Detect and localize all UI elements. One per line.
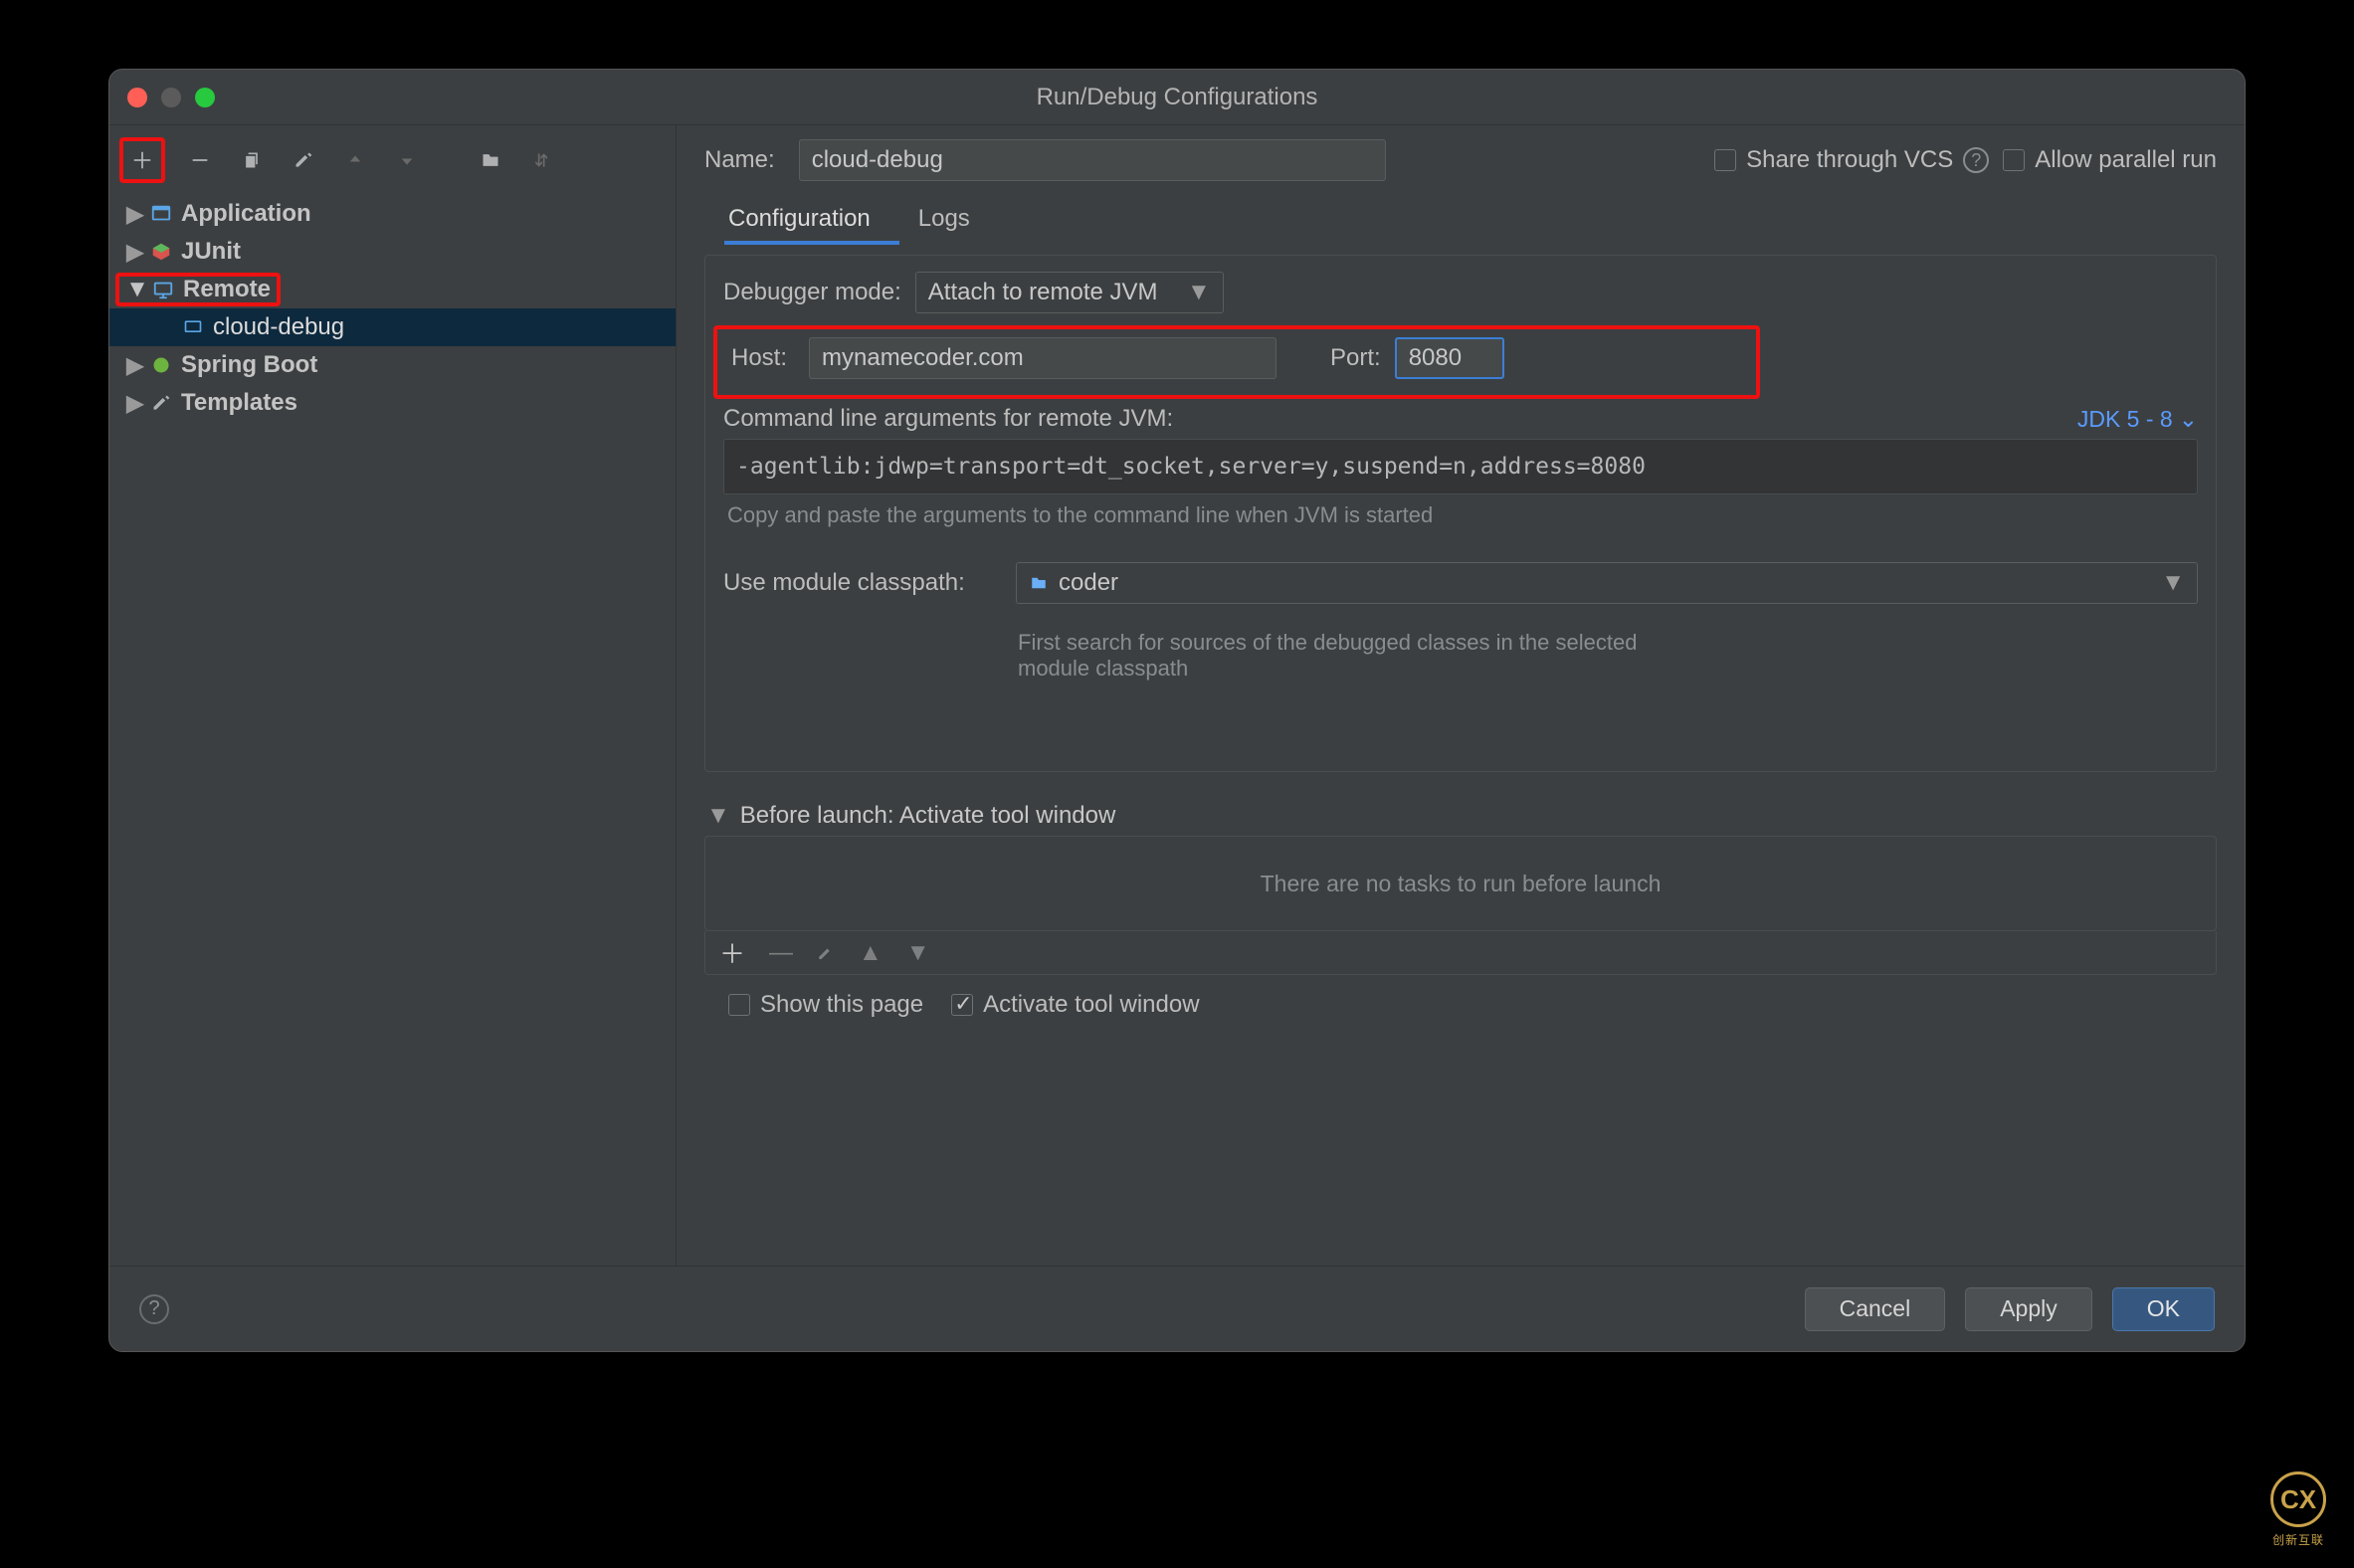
highlight-remote: ▼ Remote — [115, 273, 281, 306]
activate-tool-window-option[interactable]: Activate tool window — [951, 991, 1199, 1019]
expand-icon: ▶ — [123, 200, 147, 229]
configuration-panel: Debugger mode: Attach to remote JVM ▼ Ho… — [704, 255, 2217, 772]
move-task-down-button[interactable]: ▼ — [906, 939, 930, 967]
cancel-button[interactable]: Cancel — [1805, 1287, 1946, 1331]
run-debug-config-dialog: Run/Debug Configurations — [108, 69, 2246, 1352]
name-input[interactable] — [799, 139, 1386, 181]
add-task-button[interactable]: ＋ — [719, 934, 745, 971]
checkbox-checked-icon — [951, 994, 973, 1016]
chevron-down-icon: ▼ — [2161, 569, 2185, 597]
tabs: Configuration Logs — [704, 191, 2245, 245]
debugger-mode-select[interactable]: Attach to remote JVM ▼ — [915, 272, 1224, 313]
debugger-mode-label: Debugger mode: — [723, 279, 901, 306]
chevron-down-icon: ▼ — [1187, 279, 1211, 306]
apply-button[interactable]: Apply — [1965, 1287, 2092, 1331]
tree-node-application[interactable]: ▶ Application — [109, 195, 676, 233]
module-classpath-select[interactable]: coder ▼ — [1016, 562, 2198, 604]
highlight-add — [119, 137, 165, 183]
checkbox-icon — [1714, 149, 1736, 171]
sort-button[interactable] — [525, 143, 559, 177]
edit-templates-button[interactable] — [287, 143, 320, 177]
show-this-page-option[interactable]: Show this page — [728, 991, 923, 1019]
before-launch-list: There are no tasks to run before launch — [704, 836, 2217, 931]
watermark-text: 创新互联 — [2272, 1531, 2324, 1548]
cmd-args-label: Command line arguments for remote JVM: — [723, 405, 1173, 433]
name-label: Name: — [704, 146, 775, 174]
name-row: Name: Share through VCS ? Allow parallel… — [704, 125, 2245, 191]
dialog-title: Run/Debug Configurations — [109, 84, 2245, 111]
module-classpath-label: Use module classpath: — [723, 569, 1002, 597]
collapse-icon: ▼ — [125, 276, 149, 303]
config-tree[interactable]: ▶ Application ▶ JUnit — [109, 193, 676, 1266]
cmd-hint: Copy and paste the arguments to the comm… — [723, 494, 2198, 528]
before-launch-section: ▼ Before launch: Activate tool window Th… — [704, 802, 2217, 1019]
expand-icon: ▶ — [123, 389, 147, 418]
expand-icon: ▶ — [123, 238, 147, 267]
junit-icon — [147, 241, 175, 263]
tree-node-junit[interactable]: ▶ JUnit — [109, 233, 676, 271]
sidebar: ▶ Application ▶ JUnit — [109, 125, 677, 1266]
titlebar: Run/Debug Configurations — [109, 70, 2245, 125]
remove-task-button[interactable]: — — [769, 939, 793, 967]
edit-task-button[interactable] — [817, 944, 835, 962]
module-icon — [1029, 574, 1049, 592]
collapse-icon: ▼ — [706, 802, 730, 830]
share-vcs-option[interactable]: Share through VCS ? — [1714, 146, 1989, 174]
before-launch-toolbar: ＋ — ▲ ▼ — [704, 931, 2217, 975]
help-button[interactable]: ? — [139, 1294, 169, 1324]
ok-button[interactable]: OK — [2112, 1287, 2215, 1331]
chevron-down-icon: ⌄ — [2179, 406, 2198, 433]
templates-icon — [147, 393, 175, 413]
watermark: CX 创新互联 — [2270, 1471, 2326, 1548]
tree-node-templates[interactable]: ▶ Templates — [109, 384, 676, 422]
remote-config-icon — [179, 317, 207, 337]
dialog-footer: ? Cancel Apply OK — [109, 1266, 2245, 1351]
main-panel: Name: Share through VCS ? Allow parallel… — [677, 125, 2245, 1266]
cmd-args-field[interactable]: -agentlib:jdwp=transport=dt_socket,serve… — [723, 439, 2198, 494]
tree-node-spring-boot[interactable]: ▶ Spring Boot — [109, 346, 676, 384]
expand-icon: ▶ — [123, 351, 147, 380]
before-launch-header[interactable]: ▼ Before launch: Activate tool window — [704, 802, 2217, 830]
module-hint: First search for sources of the debugged… — [723, 622, 1718, 682]
highlight-host-port — [713, 325, 1760, 399]
tree-node-cloud-debug[interactable]: cloud-debug — [109, 308, 676, 346]
checkbox-icon — [728, 994, 750, 1016]
dialog-body: ▶ Application ▶ JUnit — [109, 125, 2245, 1266]
move-task-up-button[interactable]: ▲ — [859, 939, 883, 967]
spring-boot-icon — [147, 355, 175, 375]
move-down-button[interactable] — [390, 143, 424, 177]
application-icon — [147, 203, 175, 225]
remote-icon — [149, 279, 177, 300]
move-up-button[interactable] — [338, 143, 372, 177]
config-toolbar — [109, 125, 676, 193]
checkbox-icon — [2003, 149, 2025, 171]
watermark-icon: CX — [2270, 1471, 2326, 1527]
tab-configuration[interactable]: Configuration — [724, 195, 875, 245]
jdk-version-select[interactable]: JDK 5 - 8 ⌄ — [2077, 406, 2198, 433]
add-config-button[interactable] — [125, 143, 159, 177]
remove-config-button[interactable] — [183, 143, 217, 177]
copy-config-button[interactable] — [235, 143, 269, 177]
tree-node-remote[interactable]: ▼ Remote — [109, 271, 676, 308]
folder-button[interactable] — [474, 143, 507, 177]
tab-logs[interactable]: Logs — [914, 195, 974, 245]
allow-parallel-option[interactable]: Allow parallel run — [2003, 146, 2217, 174]
help-icon[interactable]: ? — [1963, 147, 1989, 173]
